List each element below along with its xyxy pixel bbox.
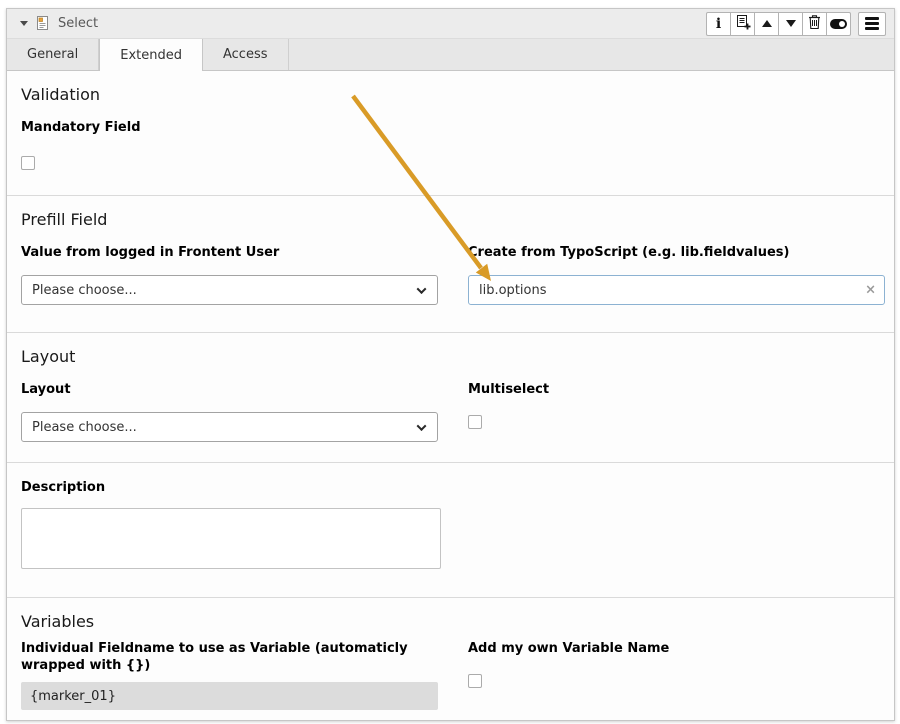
section-prefill: Prefill Field Value from logged in Front… — [7, 196, 894, 333]
info-icon: i — [716, 17, 721, 31]
own-variable-column: Add my own Variable Name — [468, 640, 885, 710]
multiselect-label: Multiselect — [468, 381, 885, 398]
layout-select-column: Layout Please choose... — [21, 381, 438, 442]
description-textarea[interactable] — [21, 508, 441, 569]
toggle-visibility-icon — [830, 19, 847, 29]
tab-access[interactable]: Access — [203, 39, 289, 70]
section-variables: Variables Individual Fieldname to use as… — [7, 598, 894, 721]
chevron-down-icon — [417, 284, 427, 294]
mandatory-field-label: Mandatory Field — [21, 119, 880, 136]
layout-heading: Layout — [21, 347, 880, 367]
info-button[interactable]: i — [706, 12, 731, 36]
move-up-button[interactable] — [754, 12, 779, 36]
multiselect-column: Multiselect — [468, 381, 885, 442]
variables-heading: Variables — [21, 612, 880, 632]
clear-input-icon[interactable]: × — [865, 284, 876, 297]
chevron-down-icon — [417, 421, 427, 431]
element-header: Select i — [7, 9, 894, 39]
collapse-caret-icon[interactable] — [20, 21, 28, 26]
toggle-visibility-button[interactable] — [826, 12, 851, 36]
tab-bar: General Extended Access — [7, 39, 894, 71]
form-element-panel: Select i — [6, 8, 895, 721]
fieldname-label: Individual Fieldname to use as Variable … — [21, 640, 419, 674]
delete-button[interactable] — [802, 12, 827, 36]
new-record-button[interactable] — [730, 12, 755, 36]
prefill-typoscript-column: Create from TypoScript (e.g. lib.fieldva… — [468, 244, 885, 305]
hamburger-menu-icon — [865, 17, 879, 30]
fieldname-readonly-value: {marker_01} — [21, 682, 438, 710]
menu-button[interactable] — [858, 12, 886, 36]
content-element-icon — [35, 15, 50, 32]
typoscript-input[interactable] — [468, 275, 885, 305]
element-toolbar: i — [706, 12, 886, 36]
own-variable-checkbox[interactable] — [468, 674, 482, 688]
own-variable-label: Add my own Variable Name — [468, 640, 885, 657]
element-title: Select — [58, 16, 98, 31]
arrow-up-icon — [762, 20, 772, 27]
validation-heading: Validation — [21, 85, 880, 105]
multiselect-checkbox[interactable] — [468, 415, 482, 429]
feuser-select[interactable]: Please choose... — [21, 275, 438, 305]
new-record-icon — [735, 14, 751, 33]
description-label: Description — [21, 479, 880, 496]
arrow-down-icon — [786, 20, 796, 27]
layout-select-value: Please choose... — [32, 420, 137, 435]
trash-icon — [807, 14, 822, 33]
layout-label: Layout — [21, 381, 438, 398]
layout-select[interactable]: Please choose... — [21, 412, 438, 442]
move-down-button[interactable] — [778, 12, 803, 36]
fieldname-column: Individual Fieldname to use as Variable … — [21, 640, 438, 710]
prefill-heading: Prefill Field — [21, 210, 880, 230]
mandatory-field-checkbox[interactable] — [21, 156, 35, 170]
feuser-label: Value from logged in Frontent User — [21, 244, 438, 261]
tab-general[interactable]: General — [7, 39, 99, 70]
section-validation: Validation Mandatory Field — [7, 71, 894, 196]
tab-extended[interactable]: Extended — [99, 39, 203, 71]
typoscript-label: Create from TypoScript (e.g. lib.fieldva… — [468, 244, 885, 261]
prefill-feuser-column: Value from logged in Frontent User Pleas… — [21, 244, 438, 305]
feuser-select-value: Please choose... — [32, 283, 137, 298]
section-description: Description — [7, 463, 894, 598]
section-layout: Layout Layout Please choose... Multisele… — [7, 333, 894, 463]
